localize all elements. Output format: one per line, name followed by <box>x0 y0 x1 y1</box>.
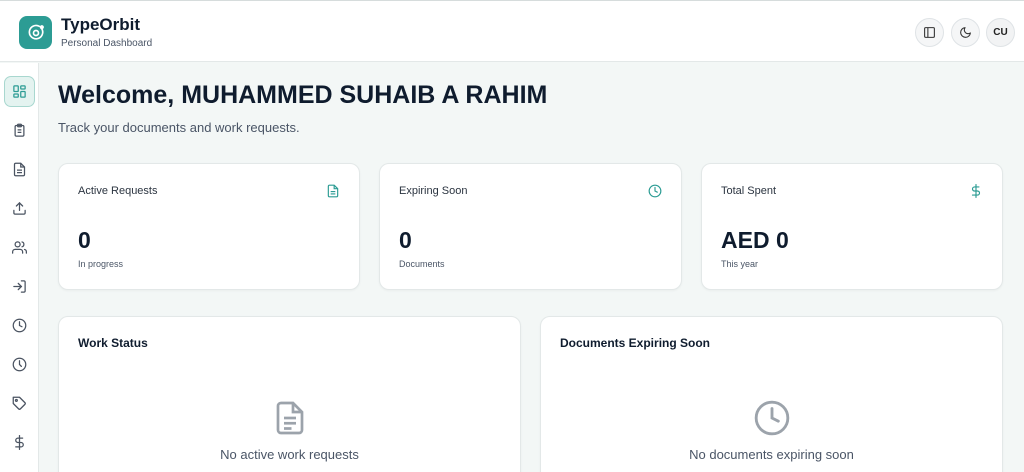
sidebar <box>0 63 39 472</box>
stat-label: Total Spent <box>721 185 777 197</box>
stat-label: Active Requests <box>78 185 158 197</box>
sidebar-toggle-button[interactable] <box>915 18 944 47</box>
stat-note: Documents <box>399 259 445 269</box>
stat-value: 0 <box>399 227 412 253</box>
theme-toggle-button[interactable] <box>951 18 980 47</box>
sidebar-item-billing[interactable] <box>4 427 35 458</box>
history-icon <box>12 357 27 372</box>
clock-icon <box>12 318 27 333</box>
panel-title: Documents Expiring Soon <box>560 336 711 350</box>
stat-note: This year <box>721 259 759 269</box>
stat-value: AED 0 <box>721 227 789 253</box>
app-logo[interactable] <box>19 16 52 49</box>
sidebar-item-users[interactable] <box>4 232 35 263</box>
page-title: Welcome, MUHAMMED SUHAIB A RAHIM <box>58 81 548 109</box>
stat-value: 0 <box>78 227 91 253</box>
sidebar-item-history[interactable] <box>4 349 35 380</box>
sidebar-item-tags[interactable] <box>4 388 35 419</box>
stat-card-total-spent: Total Spent AED 0 This year <box>701 163 1003 290</box>
document-icon <box>13 162 26 177</box>
sidebar-item-requests[interactable] <box>4 115 35 146</box>
clock-icon <box>648 184 662 198</box>
top-bar: TypeOrbit Personal Dashboard CU <box>0 0 1024 62</box>
stat-card-expiring-soon: Expiring Soon 0 Documents <box>379 163 682 290</box>
users-icon <box>12 241 27 254</box>
upload-icon <box>13 201 26 215</box>
sidebar-item-upload[interactable] <box>4 193 35 224</box>
empty-state-text: No documents expiring soon <box>689 447 854 462</box>
sidebar-toggle-icon <box>924 27 935 38</box>
orbit-logo-icon <box>28 24 44 40</box>
brand-name: TypeOrbit <box>61 15 141 34</box>
empty-state-text: No active work requests <box>220 447 359 462</box>
page-subtitle: Track your documents and work requests. <box>58 120 300 135</box>
stat-label: Expiring Soon <box>399 185 468 197</box>
panel-title: Work Status <box>78 336 148 350</box>
document-icon <box>327 184 339 198</box>
sidebar-item-dashboard[interactable] <box>4 76 35 107</box>
work-status-panel: Work Status No active work requests <box>58 316 521 472</box>
document-icon <box>276 401 303 435</box>
tag-icon <box>12 396 26 410</box>
documents-expiring-panel: Documents Expiring Soon No documents exp… <box>540 316 1003 472</box>
user-avatar[interactable]: CU <box>986 18 1015 47</box>
dollar-icon <box>971 184 981 198</box>
stat-card-active-requests: Active Requests 0 In progress <box>58 163 360 290</box>
sidebar-item-login[interactable] <box>4 271 35 302</box>
dollar-icon <box>15 435 24 450</box>
sidebar-item-documents[interactable] <box>4 154 35 185</box>
moon-icon <box>960 27 971 38</box>
brand-subtitle: Personal Dashboard <box>61 38 153 49</box>
login-icon <box>13 280 26 293</box>
dashboard-grid-icon <box>13 85 26 98</box>
clock-icon <box>754 400 789 436</box>
sidebar-item-schedule[interactable] <box>4 310 35 341</box>
clipboard-icon <box>14 123 25 137</box>
stat-note: In progress <box>78 259 124 269</box>
